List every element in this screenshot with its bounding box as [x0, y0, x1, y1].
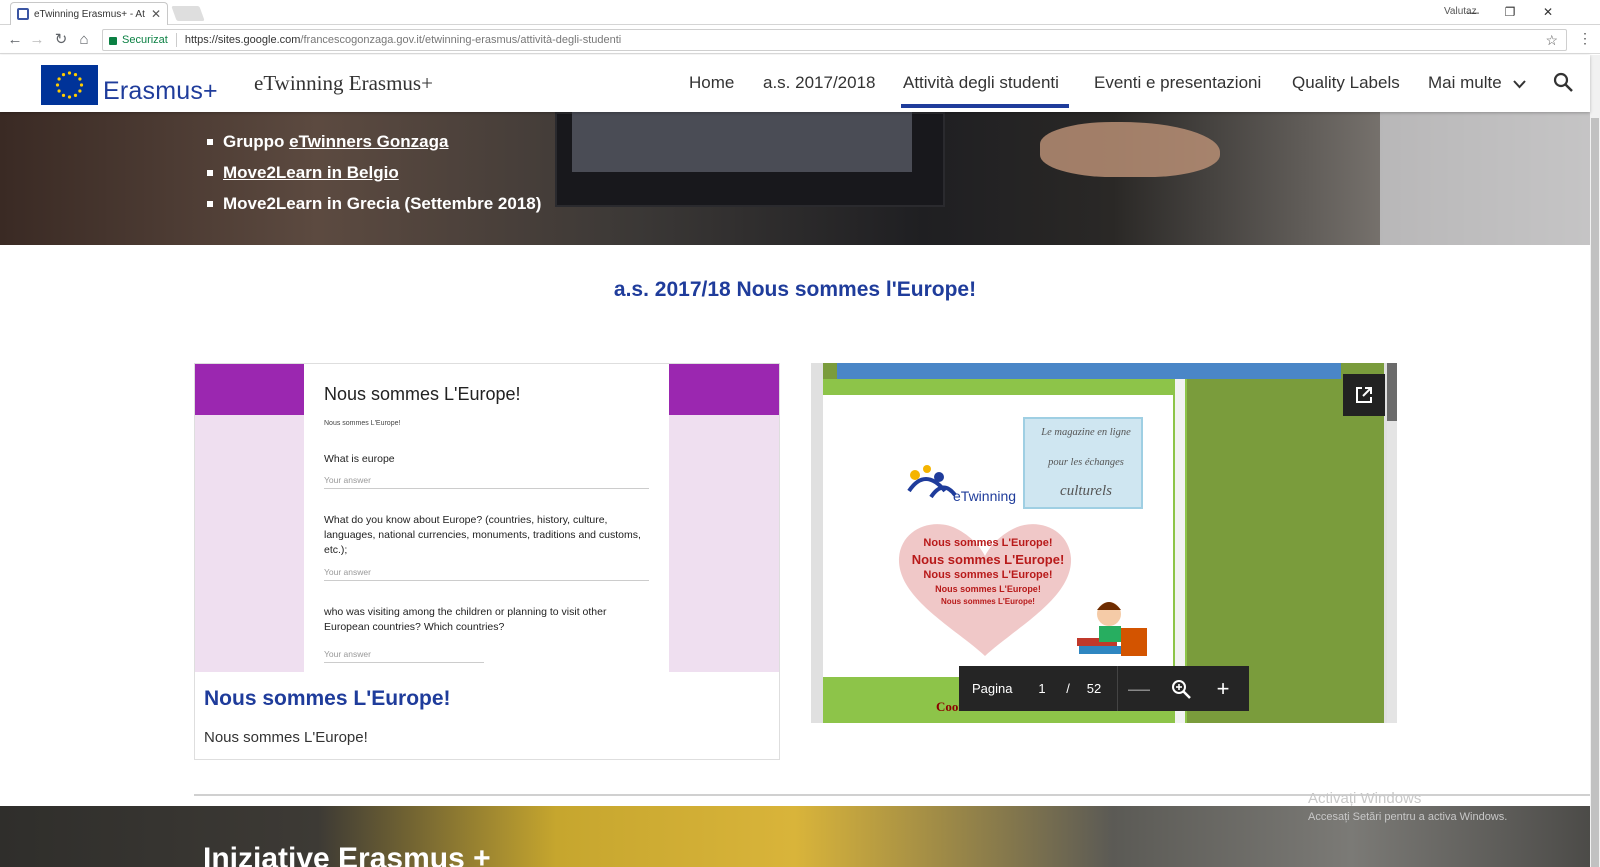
page-label: Pagina	[972, 681, 1013, 696]
zoom-icon[interactable]	[1160, 666, 1202, 711]
hero-hand-image	[1040, 122, 1220, 177]
url-path: /francescogonzaga.gov.it/etwinning-erasm…	[300, 34, 622, 46]
form-card-description: Nous sommes L'Europe!	[204, 729, 368, 746]
url-input[interactable]: Securizat https://sites.google.com/franc…	[102, 29, 1567, 51]
form-question-2: What do you know about Europe? (countrie…	[324, 514, 641, 556]
site-favicon-icon	[17, 8, 29, 20]
open-in-new-window-button[interactable]	[1343, 374, 1385, 416]
form-answer-line	[324, 580, 649, 581]
etwinning-text: eTwinning	[953, 488, 1017, 504]
browser-titlebar: eTwinning Erasmus+ - At ✕ Valutaz — ❐ ✕	[0, 0, 1600, 25]
zoom-in-button[interactable]: +	[1202, 666, 1244, 711]
form-answer-3: Your answer	[324, 649, 371, 659]
url-host: https://sites.google.com	[184, 34, 301, 46]
erasmus-logo[interactable]: Erasmus+	[41, 65, 229, 105]
form-paper: Nous sommes L'Europe! Nous sommes L'Euro…	[304, 364, 669, 672]
chevron-down-icon[interactable]	[1513, 77, 1526, 92]
hero-item-belgio: Move2Learn in Belgio	[207, 157, 541, 188]
restore-button[interactable]: ❐	[1498, 3, 1522, 21]
browser-tab[interactable]: eTwinning Erasmus+ - At ✕	[10, 2, 168, 25]
lock-icon	[109, 37, 117, 45]
search-icon[interactable]	[1553, 72, 1573, 92]
hero-item-gruppo: Gruppo eTwinners Gonzaga	[207, 126, 541, 157]
address-bar: ← → ↻ ⌂ Securizat https://sites.google.c…	[0, 26, 1600, 54]
form-title: Nous sommes L'Europe!	[324, 384, 521, 404]
link-move2learn-belgio[interactable]: Move2Learn in Belgio	[223, 163, 399, 183]
reload-icon[interactable]: ↻	[51, 30, 71, 50]
magazine-line-2: pour les échanges	[1048, 457, 1124, 468]
eu-flag-icon	[41, 65, 98, 105]
form-answer-2: Your answer	[324, 567, 371, 577]
heart-text-1: Nous sommes L'Europe!	[923, 537, 1053, 549]
minimize-button[interactable]: —	[1461, 3, 1485, 21]
browser-menu-icon[interactable]: ⋮	[1578, 30, 1592, 47]
nav-eventi-e-presentazioni[interactable]: Eventi e presentazioni	[1094, 73, 1261, 93]
bottom-banner-title: Iniziative Erasmus +	[203, 842, 491, 867]
site-header: Erasmus+ eTwinning Erasmus+ Home a.s. 20…	[0, 55, 1590, 112]
magazine-line-3: culturels	[1060, 483, 1112, 499]
nav-as-2017-2018[interactable]: a.s. 2017/2018	[763, 73, 875, 93]
tab-title: eTwinning Erasmus+ - At	[34, 8, 145, 20]
form-answer-1: Your answer	[324, 475, 371, 485]
hero-sleeve-image	[1380, 112, 1590, 245]
form-preview-image[interactable]: Nous sommes L'Europe! Nous sommes L'Euro…	[195, 364, 779, 672]
link-etwinners-gonzaga[interactable]: eTwinners Gonzaga	[289, 132, 448, 152]
watermark-line-1: Activați Windows	[1308, 790, 1422, 807]
form-answer-line	[324, 488, 649, 489]
forward-icon[interactable]: →	[27, 30, 47, 50]
heart-text-4: Nous sommes L'Europe!	[935, 584, 1041, 594]
form-card[interactable]: Nous sommes L'Europe! Nous sommes L'Euro…	[194, 363, 780, 760]
hero-banner: Gruppo eTwinners Gonzaga Move2Learn in B…	[0, 112, 1590, 245]
hero-screen-image	[572, 112, 912, 172]
omnibox-separator	[175, 33, 177, 47]
magazine-logo: Le magazine en ligne pour les échanges c…	[1023, 417, 1143, 509]
hero-item-prefix: Gruppo	[223, 131, 285, 151]
pdf-scrollbar-thumb[interactable]	[1387, 363, 1397, 421]
watermark-line-2: Accesați Setări pentru a activa Windows.	[1308, 811, 1508, 823]
page-number-input[interactable]: 1	[1027, 681, 1057, 696]
page-scrollbar-thumb[interactable]	[1591, 118, 1599, 867]
pdf-green-band	[823, 379, 1173, 395]
hero-item-grecia-text: Move2Learn in Grecia (Settembre 2018)	[223, 193, 542, 213]
pdf-top-band	[837, 363, 1341, 379]
windows-activation-watermark: Activați Windows Accesați Setări pentru …	[1308, 790, 1507, 823]
form-question-3: who was visiting among the children or p…	[324, 606, 607, 633]
form-question-1: What is europe	[324, 453, 395, 465]
heart-text-5: Nous sommes L'Europe!	[941, 597, 1035, 606]
heart-text-2: Nous sommes L'Europe!	[911, 552, 1065, 567]
nav-active-indicator	[901, 104, 1069, 108]
open-external-icon	[1356, 387, 1372, 403]
nav-quality-labels[interactable]: Quality Labels	[1292, 73, 1400, 93]
secure-label: Securizat	[122, 34, 168, 46]
logo-text: Erasmus+	[103, 77, 218, 105]
form-card-title[interactable]: Nous sommes L'Europe!	[204, 687, 451, 711]
form-subtitle: Nous sommes L'Europe!	[324, 420, 401, 427]
heart-text-3: Nous sommes L'Europe!	[923, 569, 1053, 581]
hero-list: Gruppo eTwinners Gonzaga Move2Learn in B…	[207, 126, 541, 219]
hero-item-grecia: Move2Learn in Grecia (Settembre 2018)	[207, 188, 541, 219]
form-answer-line	[324, 662, 484, 663]
pdf-toolbar: Pagina 1 / 52 — +	[959, 666, 1249, 711]
site-title[interactable]: eTwinning Erasmus+	[254, 71, 433, 96]
url-text: https://sites.google.com/francescogonzag…	[185, 34, 621, 46]
back-icon[interactable]: ←	[5, 30, 25, 50]
zoom-out-button[interactable]: —	[1118, 666, 1160, 711]
close-window-button[interactable]: ✕	[1536, 3, 1560, 21]
bookmark-star-icon[interactable]: ☆	[1545, 32, 1558, 49]
section-title: a.s. 2017/18 Nous sommes l'Europe!	[613, 278, 977, 301]
nav-mai-multe[interactable]: Mai multe	[1428, 73, 1502, 93]
nav-home[interactable]: Home	[689, 73, 734, 93]
kid-reading-image	[1077, 602, 1147, 656]
page-total: 52	[1086, 681, 1102, 696]
page-separator: /	[1066, 681, 1070, 696]
tab-close-icon[interactable]: ✕	[151, 7, 161, 21]
new-tab-button[interactable]	[171, 6, 205, 21]
nav-attivita-degli-studenti[interactable]: Attività degli studenti	[903, 73, 1059, 93]
magazine-line-1: Le magazine en ligne	[1041, 427, 1131, 438]
home-icon[interactable]: ⌂	[74, 30, 94, 50]
